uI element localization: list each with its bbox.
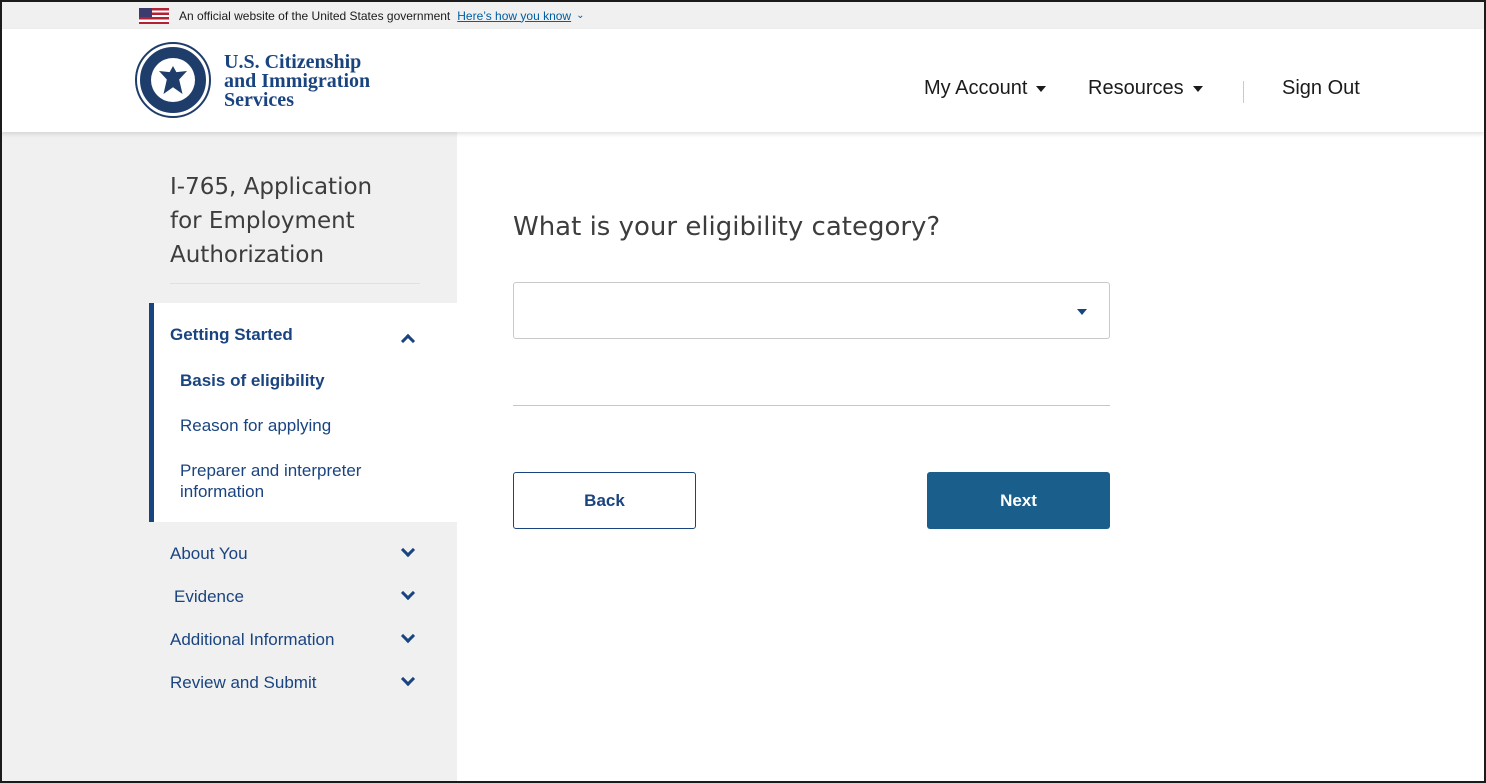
- resources-label: Resources: [1088, 77, 1184, 99]
- gov-banner-text: An official website of the United States…: [179, 8, 451, 23]
- sidebar-subitem-reason-for-applying[interactable]: Reason for applying: [180, 415, 331, 436]
- chevron-down-icon[interactable]: [400, 585, 416, 601]
- chevron-down-icon[interactable]: [400, 542, 416, 558]
- sidebar-item-about-you[interactable]: About You: [170, 544, 248, 564]
- sidebar-item-review-and-submit[interactable]: Review and Submit: [170, 673, 316, 693]
- caret-down-icon: [1077, 309, 1087, 315]
- chevron-down-icon[interactable]: [400, 628, 416, 644]
- chevron-down-icon[interactable]: ⌄: [576, 10, 584, 21]
- sign-out-link[interactable]: Sign Out: [1282, 77, 1360, 100]
- seal-inner: [151, 58, 195, 102]
- my-account-label: My Account: [924, 77, 1028, 99]
- question-heading: What is your eligibility category?: [513, 212, 941, 242]
- form-title: I-765, Application for Employment Author…: [170, 174, 373, 268]
- nav-divider: [1243, 81, 1244, 103]
- browser-frame: An official website of the United States…: [0, 0, 1486, 783]
- agency-name-line3: Services: [224, 89, 294, 111]
- sidebar-item-getting-started[interactable]: Getting Started: [170, 325, 293, 345]
- sidebar-divider: [170, 283, 420, 284]
- heres-how-you-know-link[interactable]: Here’s how you know: [457, 9, 571, 23]
- section-divider: [513, 405, 1110, 406]
- caret-down-icon: [1192, 85, 1203, 92]
- caret-down-icon: [1036, 85, 1047, 92]
- dhs-seal-icon[interactable]: [135, 42, 211, 118]
- resources-menu[interactable]: Resources: [1088, 77, 1203, 100]
- sidebar-item-evidence[interactable]: Evidence: [174, 587, 244, 607]
- eligibility-category-select[interactable]: [513, 282, 1110, 339]
- my-account-menu[interactable]: My Account: [924, 77, 1047, 100]
- us-flag-icon: [139, 7, 169, 24]
- form-sidebar: I-765, Application for Employment Author…: [2, 132, 457, 781]
- eagle-icon: [159, 66, 187, 94]
- site-header: U.S. Citizenship and Immigration Service…: [2, 29, 1484, 132]
- next-button[interactable]: Next: [927, 472, 1110, 529]
- sidebar-item-additional-information[interactable]: Additional Information: [170, 630, 334, 650]
- agency-logo-text[interactable]: U.S. Citizenship and Immigration Service…: [224, 52, 370, 111]
- sidebar-subitem-preparer-interpreter[interactable]: Preparer and interpreter information: [180, 460, 410, 502]
- back-button[interactable]: Back: [513, 472, 696, 529]
- gov-banner: An official website of the United States…: [2, 2, 1484, 29]
- chevron-down-icon[interactable]: [400, 671, 416, 687]
- sidebar-subitem-basis-of-eligibility[interactable]: Basis of eligibility: [180, 370, 325, 391]
